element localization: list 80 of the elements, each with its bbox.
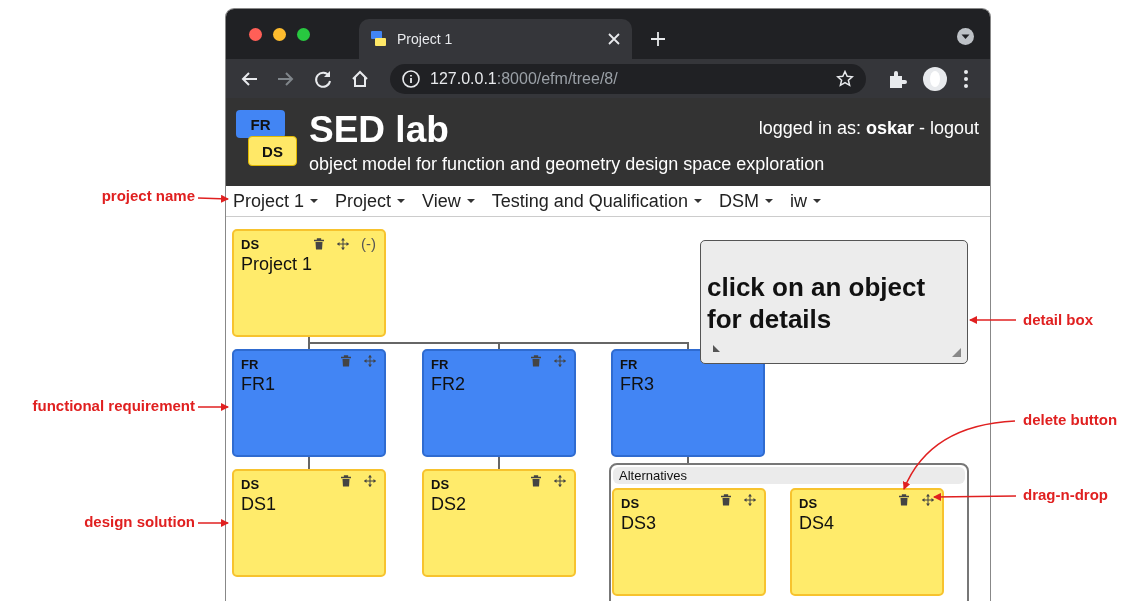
close-icon[interactable] [608, 33, 620, 45]
url-text: 127.0.0.1:8000/efm/tree/8/ [430, 69, 619, 88]
node-type: FR [431, 357, 449, 372]
detail-text: click on an object for details [707, 271, 927, 335]
caret-icon [397, 199, 406, 203]
caret-icon [812, 199, 821, 203]
move-icon[interactable] [922, 494, 934, 506]
trash-icon[interactable] [313, 237, 325, 250]
annotation-label: delete button [1023, 411, 1118, 428]
site-subtitle: object model for function and geometry design space exploration [309, 154, 825, 175]
menu-item[interactable]: Project [335, 190, 406, 212]
annotation-label: detail box [1023, 311, 1093, 328]
design-solution-card[interactable]: DS DS4 [790, 488, 944, 596]
node-name: DS4 [799, 513, 834, 534]
login-status: logged in as: oskar - [758, 118, 925, 139]
annotation-arrow [197, 194, 229, 203]
node-name: DS1 [241, 494, 276, 515]
trash-icon[interactable] [720, 494, 732, 506]
node-type: FR [241, 357, 259, 372]
annotation-label: drag-n-drop [1023, 486, 1108, 503]
design-solution-card[interactable]: DS DS2 [422, 469, 576, 577]
dropdown-icon[interactable] [957, 28, 974, 45]
favicon-icon [371, 31, 387, 47]
menu-icon[interactable] [963, 68, 969, 89]
resize-handle-icon[interactable] [952, 348, 961, 357]
avatar-icon[interactable] [923, 66, 947, 91]
site-title: SED lab [309, 110, 449, 150]
node-type: DS [431, 477, 450, 492]
requirement-card[interactable]: FR FR3 [611, 349, 765, 457]
trash-icon[interactable] [898, 494, 910, 506]
new-tab-icon[interactable] [650, 31, 666, 47]
connector-line [498, 456, 500, 470]
node-name: FR1 [241, 374, 275, 395]
design-solution-card[interactable]: DS DS3 [612, 488, 766, 596]
trash-icon[interactable] [530, 475, 542, 487]
annotation-arrow [969, 316, 1017, 324]
node-type: DS [241, 477, 260, 492]
connector-line [687, 456, 689, 464]
browser-tab[interactable]: Project 1 [359, 19, 632, 59]
menu-item[interactable]: DSM [718, 190, 773, 212]
logout-link[interactable]: logout [929, 118, 979, 139]
design-solution-card[interactable]: DS Project 1 (-) [232, 229, 386, 337]
node-type: DS [241, 237, 260, 252]
annotation-label: design solution [84, 513, 195, 530]
node-type: DS [621, 496, 640, 511]
caret-icon [764, 199, 773, 203]
node-name: DS3 [621, 513, 656, 534]
node-type: DS [799, 496, 818, 511]
connector-line [308, 456, 310, 470]
collapse-button[interactable]: (-) [361, 235, 376, 252]
star-icon[interactable] [836, 69, 854, 88]
move-icon[interactable] [337, 237, 349, 250]
annotation-label: project name [101, 187, 195, 204]
grip-icon[interactable] [713, 345, 720, 352]
menu-item[interactable]: Testing and Qualification [491, 190, 702, 212]
caret-icon [466, 199, 475, 203]
move-icon[interactable] [364, 475, 376, 487]
menu-item[interactable]: iw [789, 190, 821, 212]
group-title: Alternatives [613, 467, 965, 484]
trash-icon[interactable] [340, 475, 352, 487]
info-icon[interactable] [402, 69, 420, 88]
annotation-label: functional requirement [32, 397, 195, 414]
puzzle-icon[interactable] [887, 68, 907, 89]
caret-icon [693, 199, 702, 203]
window-control[interactable] [249, 28, 262, 41]
logo: FR DS [236, 110, 302, 170]
window-control[interactable] [297, 28, 310, 41]
design-solution-card[interactable]: DS DS1 [232, 469, 386, 577]
node-name: Project 1 [241, 254, 313, 275]
menu-item[interactable]: Project 1 [233, 190, 319, 212]
node-name: FR2 [431, 374, 465, 395]
window-control[interactable] [273, 28, 286, 41]
annotation-arrow [197, 519, 229, 527]
move-icon[interactable] [554, 475, 566, 487]
annotation-arrow [197, 403, 229, 411]
node-name: DS2 [431, 494, 466, 515]
move-icon[interactable] [744, 494, 756, 506]
address-bar[interactable]: 127.0.0.1:8000/efm/tree/8/ [390, 63, 866, 94]
menu-item[interactable]: View [422, 190, 475, 212]
caret-icon [310, 199, 319, 203]
